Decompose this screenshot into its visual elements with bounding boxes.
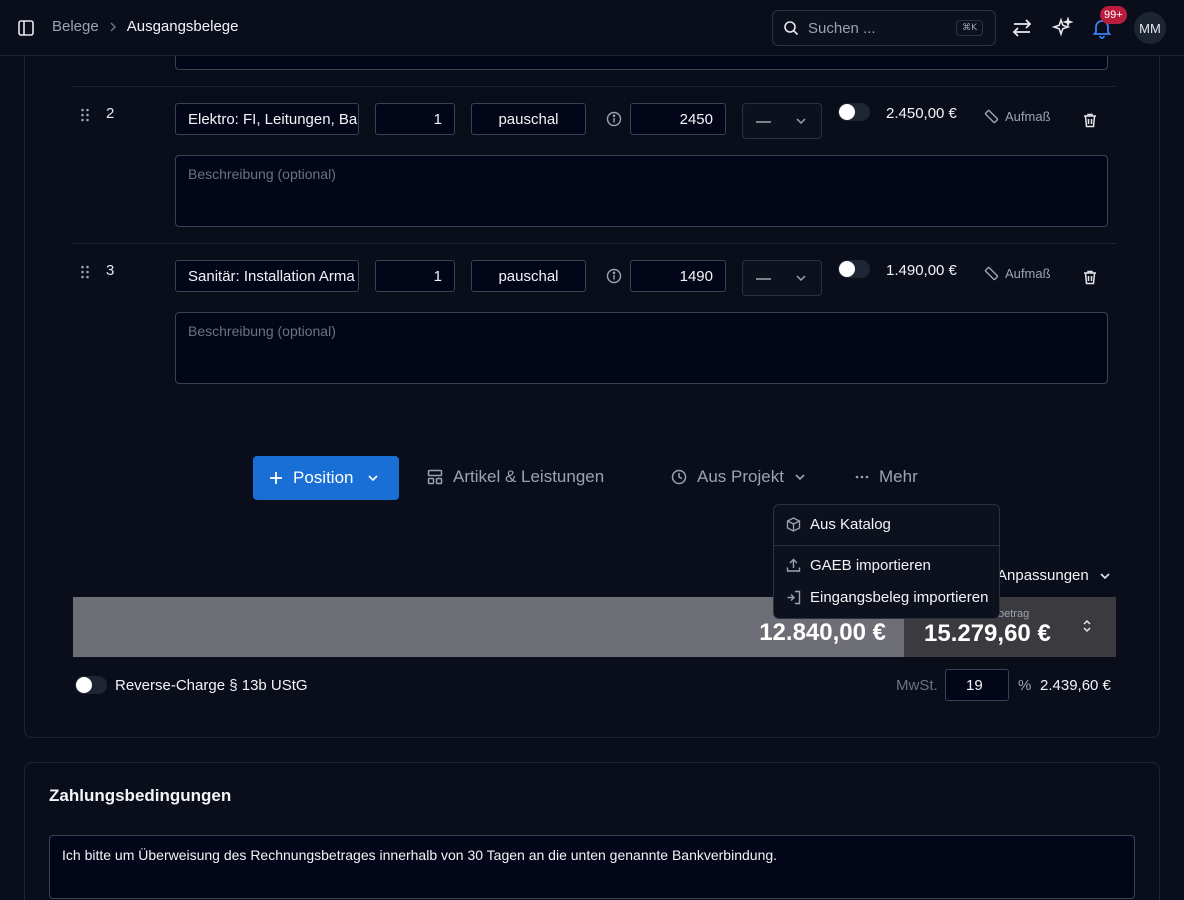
- breadcrumb-belege[interactable]: Belege: [52, 18, 99, 35]
- chevron-up-down-icon[interactable]: [1082, 618, 1092, 634]
- net-amount: 12.840,00 €: [759, 619, 886, 646]
- from-project-button[interactable]: Aus Projekt: [671, 467, 806, 487]
- payment-terms-textarea[interactable]: Ich bitte um Überweisung des Rechnungsbe…: [49, 835, 1135, 899]
- chevron-right-icon: [109, 21, 117, 33]
- menu-item-catalog[interactable]: Aus Katalog: [786, 516, 891, 533]
- adjustments-toggle[interactable]: Anpassungen: [997, 567, 1111, 584]
- description-field-2[interactable]: Beschreibung (optional): [175, 155, 1108, 227]
- ruler-icon: [984, 266, 999, 281]
- vat-label: MwSt.: [896, 677, 938, 694]
- switch-arrows-icon[interactable]: [1011, 17, 1033, 39]
- tax-select-value: —: [756, 269, 771, 287]
- trash-icon[interactable]: [1082, 112, 1098, 128]
- articles-button[interactable]: Artikel & Leistungen: [427, 467, 604, 487]
- price-input[interactable]: 2450: [630, 103, 726, 135]
- row-divider: [73, 86, 1116, 87]
- menu-divider: [774, 545, 999, 546]
- trash-icon[interactable]: [1082, 269, 1098, 285]
- more-dots-icon: [855, 475, 869, 479]
- gross-amount: 15.279,60 €: [924, 620, 1051, 647]
- menu-item-incoming-import[interactable]: Eingangsbeleg importieren: [786, 589, 988, 606]
- info-icon[interactable]: [606, 111, 622, 127]
- search-icon: [784, 21, 799, 36]
- search-input[interactable]: Suchen ... ⌘K: [772, 10, 996, 46]
- notification-badge: 99+: [1100, 6, 1127, 24]
- clock-icon: [671, 469, 687, 485]
- add-position-button[interactable]: Position: [253, 456, 399, 500]
- breadcrumb-ausgangsbelege: Ausgangsbelege: [126, 18, 239, 35]
- gross-label: betrag: [998, 608, 1030, 620]
- chevron-down-icon: [367, 474, 379, 482]
- vat-percent-sign: %: [1018, 677, 1032, 694]
- ruler-icon: [984, 109, 999, 124]
- position-title-input[interactable]: Sanitär: Installation Arma: [175, 260, 359, 292]
- plus-icon: [270, 472, 282, 484]
- tax-select[interactable]: —: [742, 103, 822, 139]
- measurement-button[interactable]: Aufmaß: [984, 266, 1051, 281]
- search-placeholder: Suchen ...: [808, 19, 876, 37]
- menu-item-gaeb-import[interactable]: GAEB importieren: [786, 557, 931, 574]
- drag-handle-icon[interactable]: [80, 265, 90, 279]
- menu-item-label: GAEB importieren: [810, 557, 931, 574]
- layout-icon: [427, 469, 443, 485]
- more-label: Mehr: [879, 467, 918, 486]
- chevron-down-icon: [1099, 572, 1111, 580]
- tax-select-value: —: [756, 112, 771, 130]
- menu-item-label: Aus Katalog: [810, 516, 891, 533]
- position-number: 2: [106, 105, 115, 122]
- payment-terms-title: Zahlungsbedingungen: [49, 786, 232, 805]
- position-number: 3: [106, 262, 115, 279]
- avatar[interactable]: MM: [1134, 12, 1166, 44]
- from-project-label: Aus Projekt: [697, 467, 784, 486]
- unit-input[interactable]: pauschal: [471, 260, 586, 292]
- price-input[interactable]: 1490: [630, 260, 726, 292]
- position-title-input[interactable]: Elektro: FI, Leitungen, Ba: [175, 103, 359, 135]
- reverse-charge-label: Reverse-Charge § 13b UStG: [115, 677, 308, 694]
- chevron-down-icon: [796, 275, 806, 282]
- sparkles-icon[interactable]: [1051, 17, 1073, 39]
- add-position-label: Position: [293, 468, 354, 487]
- vat-rate-input[interactable]: 19: [945, 669, 1009, 701]
- import-icon: [787, 590, 801, 605]
- vat-amount: 2.439,60 €: [1040, 677, 1111, 694]
- package-icon: [786, 517, 801, 532]
- position-total: 1.490,00 €: [886, 262, 957, 279]
- info-icon[interactable]: [606, 268, 622, 284]
- chevron-down-icon: [794, 473, 806, 481]
- measurement-button[interactable]: Aufmaß: [984, 109, 1051, 124]
- unit-input[interactable]: pauschal: [471, 103, 586, 135]
- tax-select[interactable]: —: [742, 260, 822, 296]
- reverse-charge-toggle[interactable]: [75, 676, 107, 694]
- measurement-label: Aufmaß: [1005, 266, 1051, 281]
- sidebar-toggle-icon[interactable]: [17, 19, 35, 37]
- quantity-input[interactable]: 1: [375, 103, 455, 135]
- search-shortcut: ⌘K: [956, 20, 983, 36]
- measurement-label: Aufmaß: [1005, 109, 1051, 124]
- top-header: Belege Ausgangsbelege Suchen ... ⌘K 99+ …: [0, 0, 1184, 56]
- position-toggle[interactable]: [838, 260, 870, 278]
- position-total: 2.450,00 €: [886, 105, 957, 122]
- upload-icon: [786, 558, 801, 572]
- quantity-input[interactable]: 1: [375, 260, 455, 292]
- menu-item-label: Eingangsbeleg importieren: [810, 589, 989, 606]
- more-dropdown-menu: Aus Katalog GAEB importieren Eingangsbel…: [773, 504, 1000, 619]
- row-divider: [73, 243, 1116, 244]
- position-toggle[interactable]: [838, 103, 870, 121]
- articles-label: Artikel & Leistungen: [453, 467, 605, 486]
- breadcrumb: Belege Ausgangsbelege: [52, 18, 238, 35]
- adjustments-label: Anpassungen: [997, 567, 1089, 584]
- drag-handle-icon[interactable]: [80, 108, 90, 122]
- description-field-3[interactable]: Beschreibung (optional): [175, 312, 1108, 384]
- chevron-down-icon: [796, 118, 806, 125]
- more-button[interactable]: Mehr: [855, 467, 918, 487]
